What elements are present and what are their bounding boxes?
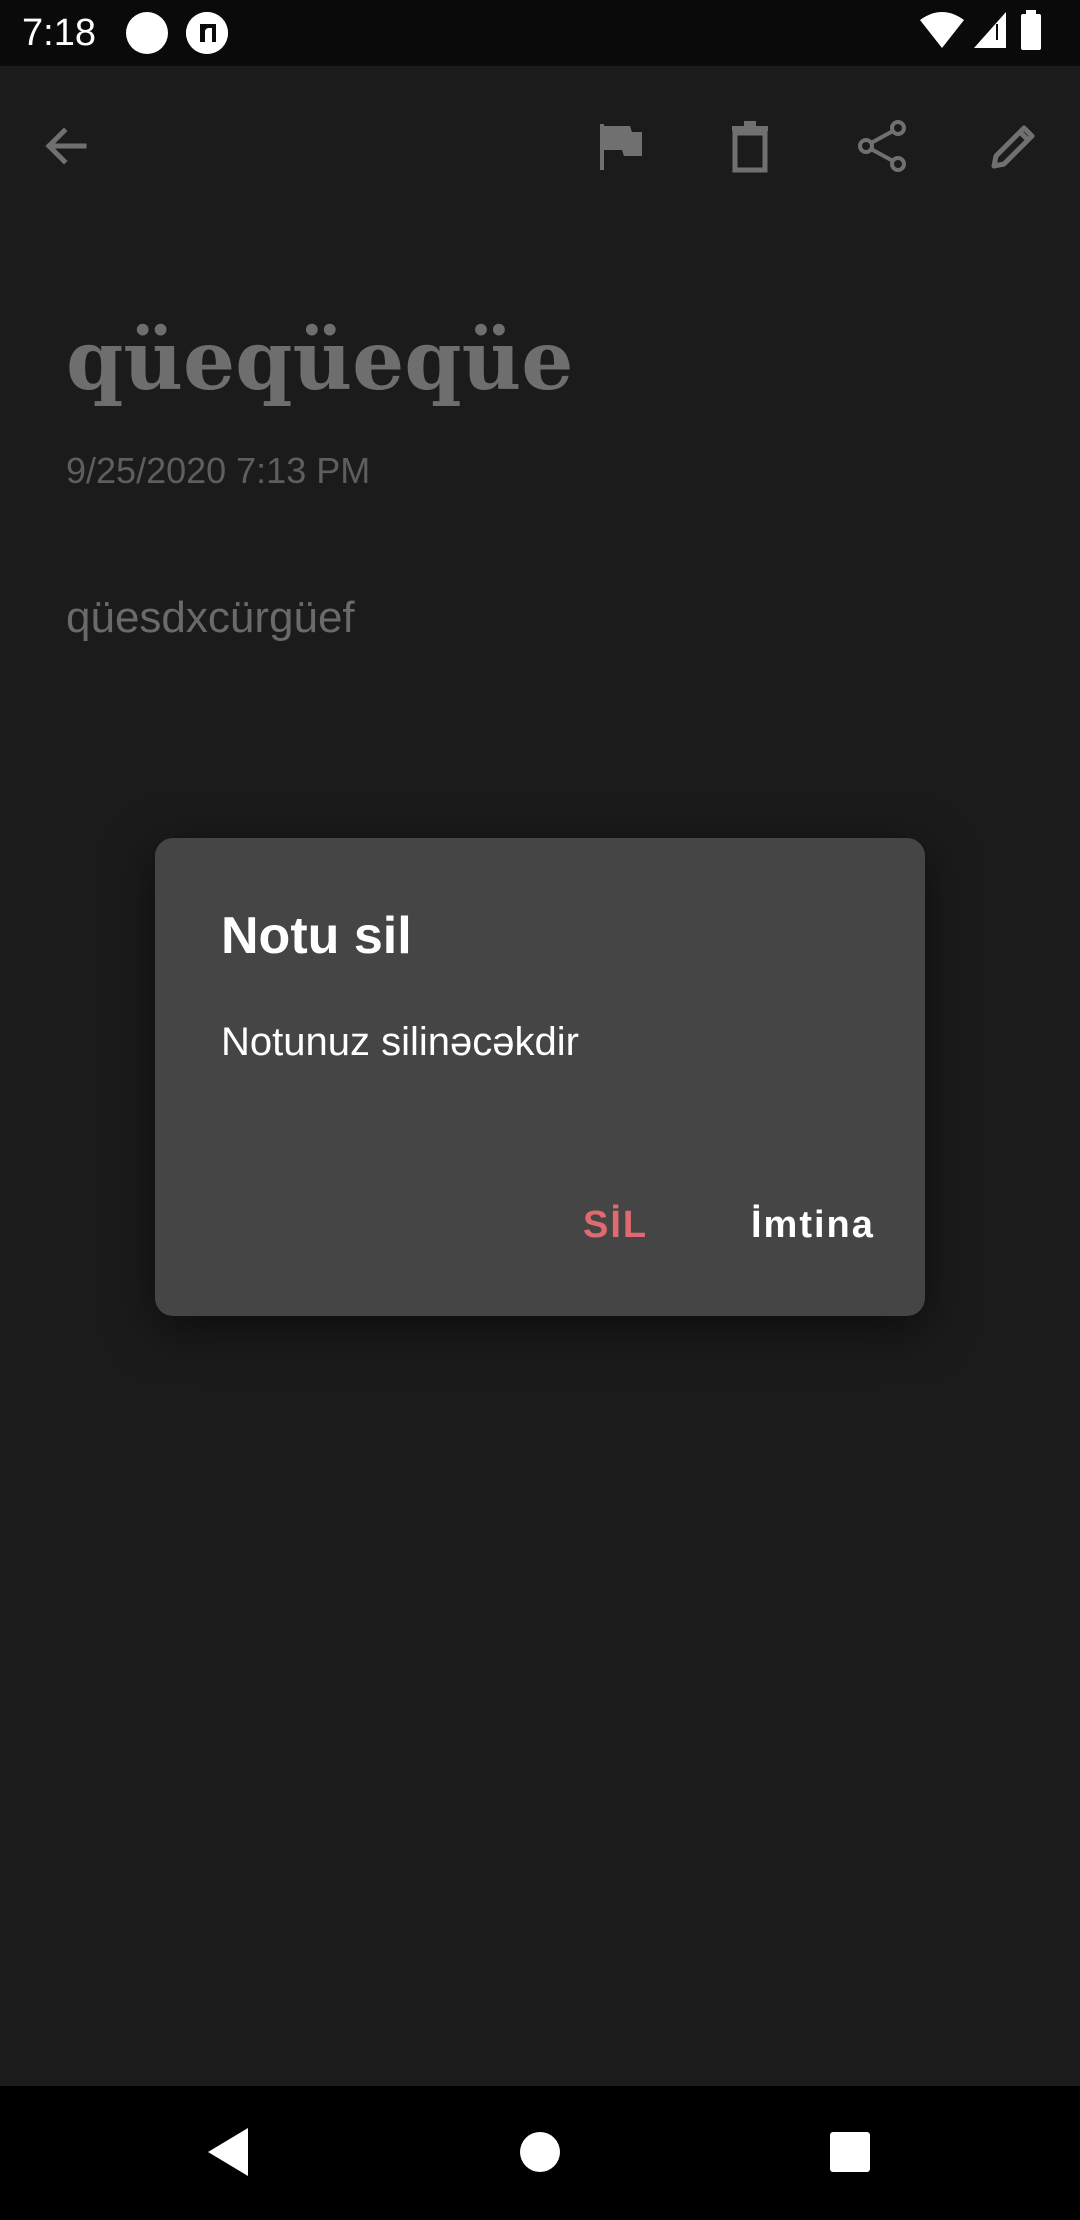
share-icon[interactable]: [852, 116, 912, 176]
edit-icon[interactable]: [984, 116, 1044, 176]
nav-recents-icon[interactable]: [810, 2112, 890, 2192]
battery-icon: [1021, 10, 1041, 50]
note-title: qüeqüeqüe: [66, 313, 574, 409]
cellular-signal-icon: [974, 12, 1006, 48]
confirm-delete-button[interactable]: SİL: [575, 1190, 656, 1260]
dialog-title: Notu sil: [221, 907, 412, 965]
status-right: [920, 10, 1060, 56]
back-arrow-icon[interactable]: [36, 116, 96, 176]
screen: 7:18 qüeqüeqüe 9/25/2020 7:13 PM qüesdxc…: [0, 0, 1080, 2220]
navigation-bar: [0, 2086, 1080, 2220]
flag-icon[interactable]: [590, 116, 650, 176]
dialog-message: Notunuz silinəcəkdir: [221, 1020, 579, 1064]
app-notification-icon: [186, 12, 228, 54]
nav-back-icon[interactable]: [190, 2112, 270, 2192]
status-bar: 7:18: [0, 0, 1080, 66]
cancel-button[interactable]: İmtina: [743, 1190, 883, 1260]
nav-home-icon[interactable]: [500, 2112, 580, 2192]
note-body: qüesdxcürgüef: [66, 593, 355, 642]
notification-dot-icon: [126, 12, 168, 54]
note-date: 9/25/2020 7:13 PM: [66, 450, 371, 491]
delete-note-dialog: Notu sil Notunuz silinəcəkdir SİL İmtina: [155, 838, 925, 1316]
wifi-icon: [920, 12, 964, 48]
delete-icon[interactable]: [720, 116, 780, 176]
status-time: 7:18: [22, 12, 96, 54]
